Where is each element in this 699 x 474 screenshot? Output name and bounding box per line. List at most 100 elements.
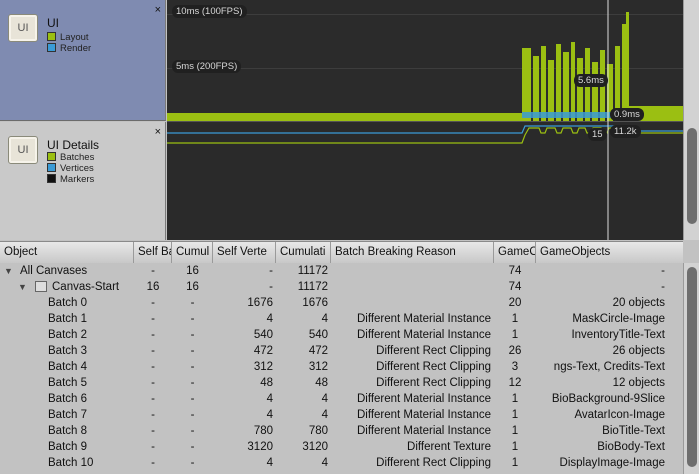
- expand-arrow-icon[interactable]: ▼: [18, 279, 28, 295]
- cell-self-batch: 16: [146, 281, 160, 293]
- table-row[interactable]: Batch 0 - - 1676 1676 20 20 objects: [0, 295, 683, 311]
- cell-cumulative-vertices: 48: [315, 377, 328, 389]
- cell-batch-breaking-reason: [331, 263, 494, 279]
- table-row[interactable]: Batch 2 - - 540 540 Different Material Instan…: [0, 327, 683, 343]
- column-header-object[interactable]: Object: [0, 242, 134, 263]
- cell-cumulative-vertices: 11172: [297, 265, 328, 277]
- table-scrollbar-thumb[interactable]: [687, 267, 697, 467]
- cell-gameobject-count: 20: [508, 297, 522, 309]
- legend-item-layout: Layout: [47, 32, 89, 43]
- cell-object-name: Batch 7: [48, 409, 87, 421]
- table-row[interactable]: ▼ Canvas-Start 16 16 - 11172 74 -: [0, 279, 683, 295]
- label-5ms: 5ms (200FPS): [172, 60, 242, 73]
- layout-spike: [533, 56, 539, 121]
- cell-self-vertices: 4: [266, 313, 273, 325]
- legend-label: Markers: [60, 174, 95, 185]
- column-header-cumulative-vertices[interactable]: Cumulati: [276, 242, 331, 263]
- batches-swatch-icon: [47, 152, 56, 161]
- cell-cumulative-vertices: 780: [308, 425, 328, 437]
- legend-item-batches: Batches: [47, 152, 94, 163]
- cell-gameobject-count: 74: [508, 281, 522, 293]
- column-header-batch-breaking-reason[interactable]: Batch Breaking Reason: [331, 242, 494, 263]
- layout-swatch-icon: [47, 32, 56, 41]
- batch-table: ▼ All Canvases - 16 - 11172 74 - ▼ Canvas-Start 16…: [0, 263, 683, 474]
- chart-scrollbar-thumb[interactable]: [687, 128, 697, 224]
- table-row[interactable]: Batch 7 - - 4 4 Different Material Instance 1 A…: [0, 407, 683, 423]
- cell-cumulative-vertices: 312: [308, 361, 328, 373]
- close-icon[interactable]: ×: [155, 126, 161, 138]
- table-header: Object Self Ba Cumul Self Verte Cumulati…: [0, 241, 683, 264]
- cell-self-batch: -: [151, 329, 155, 341]
- cell-cumulative-batch: -: [190, 457, 195, 469]
- cell-cumulative-batch: 16: [186, 281, 199, 293]
- chart-scrollbar[interactable]: [683, 0, 699, 240]
- column-header-self-vertices[interactable]: Self Verte: [213, 242, 276, 263]
- cell-gameobject-count: 1: [511, 441, 519, 453]
- cell-gameobject-count: 1: [511, 457, 519, 469]
- module-ui[interactable]: UI UI Layout Render ×: [0, 0, 166, 121]
- table-row[interactable]: Batch 5 - - 48 48 Different Rect Clipping 12 12…: [0, 375, 683, 391]
- table-row[interactable]: Batch 1 - - 4 4 Different Material Instance 1 M…: [0, 311, 683, 327]
- table-row[interactable]: Batch 4 - - 312 312 Different Rect Clipping 3 n…: [0, 359, 683, 375]
- cell-gameobjects: -: [661, 281, 665, 293]
- table-row[interactable]: ▼ All Canvases - 16 - 11172 74 -: [0, 263, 683, 279]
- canvas-object-icon: [35, 281, 47, 292]
- column-header-gameobjects[interactable]: GameObjects: [536, 242, 683, 263]
- table-row[interactable]: Batch 10 - - 4 4 Different Rect Clipping 1 Disp…: [0, 455, 683, 471]
- cell-self-vertices: 4: [266, 457, 273, 469]
- legend-item-render: Render: [47, 43, 91, 54]
- label-10ms: 10ms (100FPS): [172, 5, 247, 18]
- cell-batch-breaking-reason: Different Material Instance: [356, 329, 491, 341]
- cell-self-batch: -: [151, 297, 155, 309]
- cell-cumulative-batch: -: [190, 297, 195, 309]
- table-row[interactable]: Batch 8 - - 780 780 Different Material Instan…: [0, 423, 683, 439]
- cell-self-vertices: -: [269, 281, 273, 293]
- close-icon[interactable]: ×: [155, 4, 161, 16]
- cell-self-vertices: 3120: [247, 441, 273, 453]
- cell-gameobjects: AvatarIcon-Image: [574, 409, 665, 421]
- layout-spike: [556, 44, 561, 121]
- profiler-timeline-chart[interactable]: 10ms (100FPS) 5ms (200FPS) 5.6ms 0.9ms 1…: [167, 0, 683, 240]
- table-row[interactable]: Batch 3 - - 472 472 Different Rect Clipping 26…: [0, 343, 683, 359]
- layout-spike: [563, 52, 569, 121]
- legend-label: Render: [60, 43, 92, 54]
- cell-cumulative-vertices: 472: [308, 345, 328, 357]
- chart-graphics: [167, 0, 683, 240]
- cell-object-name: Batch 3: [48, 345, 87, 357]
- module-ui-details[interactable]: UI UI Details Batches Vertices Markers ×: [0, 122, 166, 240]
- layout-spike: [577, 58, 583, 121]
- cell-object-name: Batch 5: [48, 377, 87, 389]
- legend-item-vertices: Vertices: [47, 163, 94, 174]
- cell-self-batch: -: [151, 313, 155, 325]
- cell-object-name: Canvas-Start: [52, 281, 120, 293]
- cell-cumulative-vertices: 4: [321, 409, 328, 421]
- cell-batch-breaking-reason: Different Rect Clipping: [376, 457, 491, 469]
- cell-cumulative-batch: -: [190, 377, 195, 389]
- cell-cumulative-batch: -: [190, 409, 195, 421]
- cell-cumulative-batch: -: [190, 345, 195, 357]
- cell-object-name: Batch 10: [48, 457, 94, 469]
- layout-spike: [548, 60, 554, 121]
- expand-arrow-icon[interactable]: ▼: [4, 263, 14, 279]
- cell-self-batch: -: [151, 345, 155, 357]
- cell-gameobjects: -: [661, 265, 665, 277]
- vertices-swatch-icon: [47, 163, 56, 172]
- cell-cumulative-vertices: 1676: [302, 297, 328, 309]
- layout-spike: [622, 24, 626, 121]
- column-header-gameobject-count[interactable]: GameO: [494, 242, 536, 263]
- table-scrollbar[interactable]: [683, 263, 699, 474]
- cell-cumulative-vertices: 4: [321, 313, 328, 325]
- layout-series: [167, 12, 683, 121]
- tooltip-batches-value: 15: [588, 128, 607, 141]
- cell-batch-breaking-reason: Different Material Instance: [356, 409, 491, 421]
- table-row[interactable]: Batch 9 - - 3120 3120 Different Texture 1 BioBo…: [0, 439, 683, 455]
- column-header-cumulative-batch[interactable]: Cumul: [172, 242, 213, 263]
- cell-self-vertices: 312: [253, 361, 273, 373]
- cell-object-name: Batch 4: [48, 361, 87, 373]
- table-row[interactable]: Batch 6 - - 4 4 Different Material Instance 1 B…: [0, 391, 683, 407]
- column-header-self-batch[interactable]: Self Ba: [134, 242, 172, 263]
- cell-cumulative-batch: 16: [186, 265, 199, 277]
- cell-self-batch: -: [151, 409, 155, 421]
- cell-gameobjects: BioBackground-9Slice: [551, 393, 665, 405]
- cell-self-batch: -: [151, 265, 155, 277]
